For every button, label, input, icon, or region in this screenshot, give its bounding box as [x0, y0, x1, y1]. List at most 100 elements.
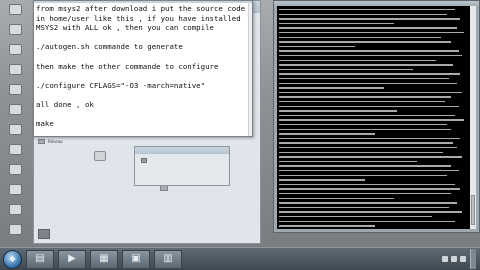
- terminal-output-line: [279, 110, 397, 112]
- terminal-output-line: [279, 202, 457, 204]
- terminal-output-line: [279, 36, 441, 38]
- terminal-output-line: [279, 87, 384, 89]
- note-line: in home/user like this , if you have ins…: [36, 13, 241, 23]
- terminal-output-line: [279, 68, 413, 71]
- show-desktop-button[interactable]: [470, 249, 476, 269]
- terminal-output-line: [279, 220, 455, 222]
- note-line: [36, 52, 248, 62]
- note-line: ./autogen.sh commande to generate: [36, 42, 183, 52]
- terminal-output-line: [279, 170, 459, 172]
- explorer-status-bar: [38, 229, 54, 239]
- desktop-shortcut[interactable]: [3, 164, 27, 184]
- desktop: Réseau from msys2 after download i put t…: [0, 0, 480, 247]
- desktop-shortcut[interactable]: [3, 144, 27, 164]
- taskbar: ❖ ▤ ▶ ▦ ▣ ▥: [0, 247, 480, 270]
- desktop-shortcut[interactable]: [3, 204, 27, 224]
- terminal-output-line: [279, 18, 460, 20]
- flag-icon[interactable]: [442, 256, 448, 262]
- terminal-output-line: [279, 179, 365, 181]
- app-icon: [8, 184, 22, 195]
- terminal-output-line: [279, 91, 462, 94]
- desktop-shortcut[interactable]: [3, 124, 27, 144]
- small-dialog[interactable]: [134, 146, 230, 186]
- explorer-nav-label: Réseau: [48, 139, 63, 144]
- note-line: from msys2 after download i put the sour…: [36, 4, 246, 13]
- terminal-output-line: [279, 96, 451, 98]
- terminal-window[interactable]: [273, 0, 480, 233]
- note-line: then make the other commande to configur…: [36, 61, 219, 71]
- desktop-shortcut[interactable]: [3, 44, 27, 64]
- terminal-scroll-thumb[interactable]: [471, 195, 475, 225]
- taskbar-button[interactable]: ▥: [154, 249, 182, 269]
- terminal-output-line: [279, 13, 447, 15]
- terminal-output-line: [279, 188, 460, 190]
- terminal-output-line: [279, 45, 355, 48]
- notepad-scrollbar[interactable]: [248, 3, 252, 136]
- desktop-shortcut[interactable]: [3, 104, 27, 124]
- terminal-output-line: [279, 82, 457, 84]
- terminal-scrollbar[interactable]: [470, 6, 476, 229]
- taskbar-button[interactable]: ▤: [26, 249, 54, 269]
- terminal-output-line: [279, 142, 453, 144]
- terminal-output-line: [279, 137, 460, 140]
- terminal-output-line: [279, 105, 459, 107]
- small-dialog-title-bar[interactable]: [135, 147, 229, 154]
- terminal-output-line: [279, 59, 436, 61]
- notepad-text-area[interactable]: from msys2 after download i put the sour…: [36, 4, 248, 129]
- terminal-output-line: [279, 128, 451, 130]
- terminal-output-line: [279, 174, 447, 176]
- note-line: all done , ok: [36, 99, 94, 109]
- folder-icon: [8, 24, 22, 35]
- note-line: [36, 90, 248, 100]
- app-icon: [8, 224, 22, 235]
- terminal-output-line: [279, 156, 462, 158]
- terminal-output-line: [279, 147, 457, 149]
- network-icon[interactable]: [451, 256, 457, 262]
- app-icon: [8, 124, 22, 135]
- desktop-shortcut[interactable]: [3, 64, 27, 84]
- desktop-shortcut[interactable]: [3, 184, 27, 204]
- app-icon: [8, 84, 22, 95]
- drive-icon[interactable]: [94, 151, 106, 161]
- terminal-output-line: [279, 151, 443, 153]
- explorer-icon: ▦: [99, 253, 109, 264]
- terminal-output-line: [279, 55, 462, 57]
- explorer-nav-pane: Réseau: [38, 137, 148, 146]
- drive-icon: [38, 139, 45, 144]
- note-line: [36, 33, 248, 43]
- recycle-bin-icon: [8, 44, 22, 55]
- terminal-output-line: [279, 73, 460, 75]
- taskbar-button[interactable]: ▦: [90, 249, 118, 269]
- terminal-output-line: [279, 32, 464, 34]
- volume-icon[interactable]: [460, 256, 466, 262]
- small-dialog-item[interactable]: [141, 158, 150, 163]
- terminal-output-line: [279, 64, 453, 66]
- terminal-output-line: [279, 9, 455, 11]
- desktop-shortcut[interactable]: [3, 4, 27, 24]
- start-button[interactable]: ❖: [3, 249, 22, 269]
- note-line: [36, 110, 248, 120]
- desktop-shortcut[interactable]: [3, 84, 27, 104]
- selected-item-icon: [38, 229, 50, 239]
- desktop-shortcut[interactable]: [3, 224, 27, 244]
- terminal-output-line: [279, 41, 451, 43]
- desktop-icons: [0, 0, 30, 247]
- notepad-window[interactable]: from msys2 after download i put the sour…: [33, 0, 253, 137]
- terminal-output-line: [279, 160, 417, 163]
- terminal-output-line: [279, 101, 445, 103]
- terminal-output-line: [279, 22, 394, 25]
- notepad-title-bar[interactable]: [34, 1, 252, 3]
- terminal-output-line: [279, 211, 462, 213]
- taskbar-button[interactable]: ▶: [58, 249, 86, 269]
- terminal-output[interactable]: [277, 6, 476, 229]
- terminal-output-line: [279, 197, 394, 199]
- app-icon: [8, 144, 22, 155]
- terminal-output-line: [279, 193, 451, 195]
- terminal-output-line: [279, 50, 459, 52]
- explorer-nav-item[interactable]: Réseau: [38, 137, 148, 146]
- terminal-output-line: [279, 78, 449, 80]
- taskbar-button[interactable]: ▣: [122, 249, 150, 269]
- note-line: MSYS2 with ALL ok , then you can compile: [36, 23, 214, 33]
- desktop-shortcut[interactable]: [3, 24, 27, 44]
- folder-icon: ▤: [35, 253, 45, 264]
